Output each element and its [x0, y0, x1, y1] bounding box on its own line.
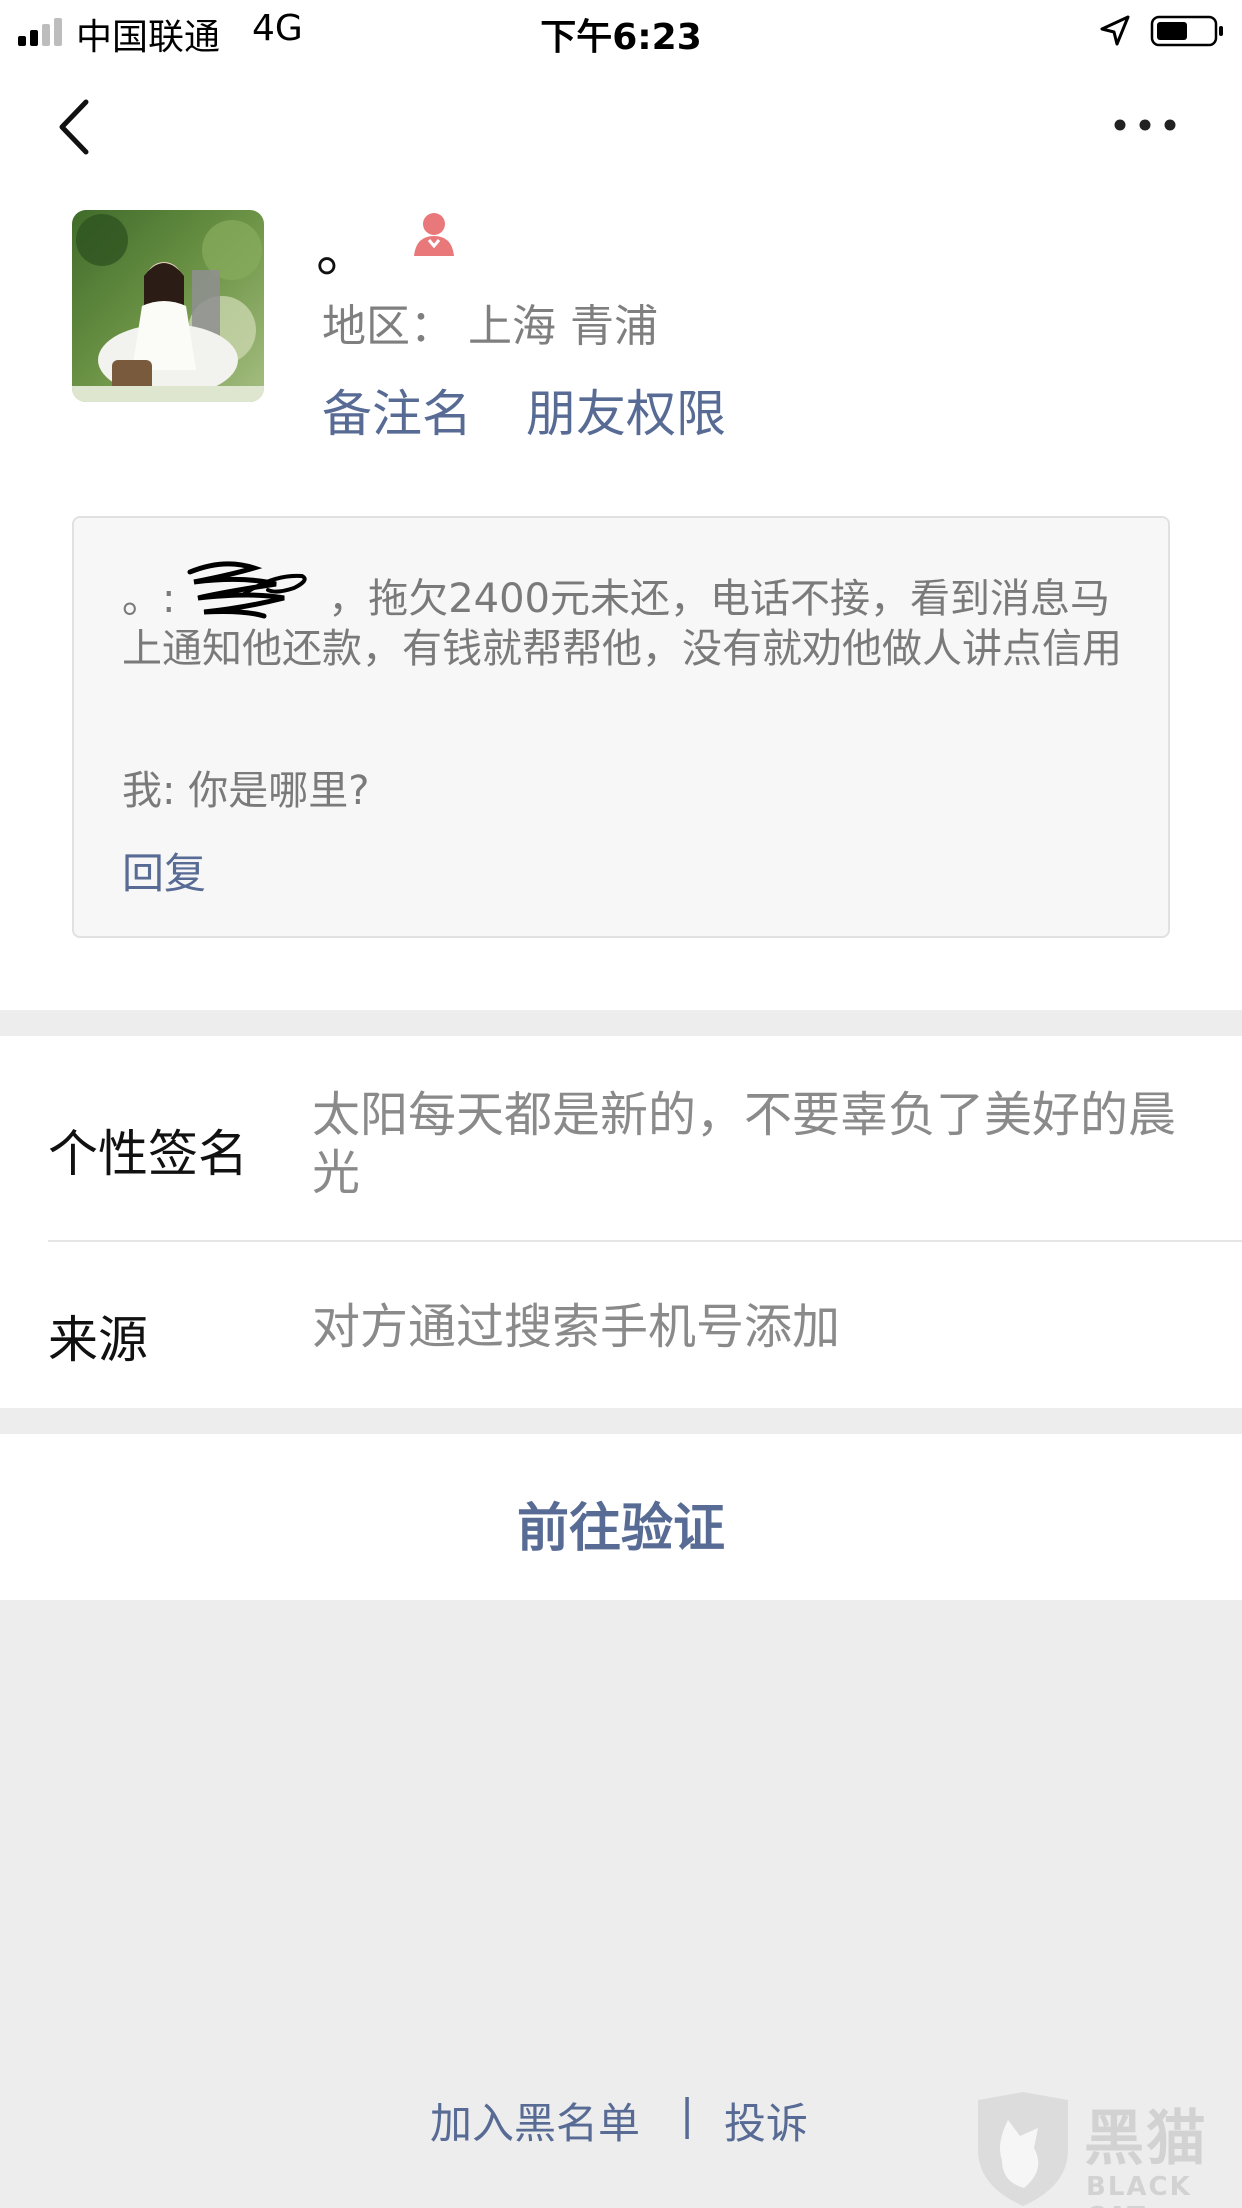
- black-cat-watermark: 黑猫 BLACK CAT: [968, 2090, 1242, 2208]
- status-bar: 中国联通 4G 下午6:23: [0, 0, 1242, 60]
- footer-separator: |: [680, 2090, 695, 2139]
- info-list: 个性签名 太阳每天都是新的，不要辜负了美好的晨光 来源 对方通过搜索手机号添加: [0, 1036, 1242, 1408]
- signature-label: 个性签名: [48, 1125, 248, 1183]
- battery-icon: [1150, 15, 1223, 47]
- signature-value: 太阳每天都是新的，不要辜负了美好的晨光: [312, 1087, 1177, 1201]
- nickname: 。: [316, 220, 372, 285]
- divider: [48, 1240, 1242, 1242]
- source-value: 对方通过搜索手机号添加: [312, 1299, 841, 1355]
- my-message: 我: 你是哪里?: [122, 768, 370, 814]
- watermark-en: BLACK CAT: [1086, 2172, 1192, 2208]
- back-icon[interactable]: [52, 96, 96, 158]
- region-text: 地区： 上海 青浦: [322, 301, 658, 352]
- cat-shield-logo: [978, 2092, 1068, 2206]
- source-label: 来源: [48, 1311, 148, 1369]
- friend-permission-link[interactable]: 朋友权限: [526, 374, 726, 446]
- clock: 下午6:23: [540, 17, 702, 58]
- go-verify-label: 前往验证: [516, 1499, 725, 1559]
- remark-name-link[interactable]: 备注名: [322, 374, 472, 446]
- message-sender: 。:: [122, 576, 189, 622]
- add-to-blacklist-link[interactable]: 加入黑名单: [430, 2090, 640, 2151]
- report-link[interactable]: 投诉: [724, 2090, 808, 2151]
- verify-message-box: 。: ，拖欠2400元未还，电话不接，看到消息马上通知他还款，有钱就帮帮他，没有…: [72, 516, 1170, 938]
- avatar[interactable]: [72, 210, 264, 402]
- female-icon: [414, 213, 454, 256]
- reply-link[interactable]: 回复: [122, 840, 206, 901]
- redaction-scribble: [187, 561, 307, 619]
- location-arrow-icon: [1100, 15, 1130, 46]
- go-verify-button[interactable]: 前往验证: [0, 1434, 1242, 1600]
- more-icon[interactable]: [1110, 110, 1180, 140]
- watermark-cn: 黑猫: [1084, 2104, 1208, 2174]
